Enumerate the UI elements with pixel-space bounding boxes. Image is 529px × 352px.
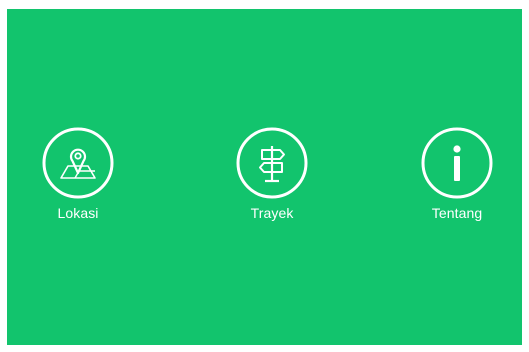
menu-item-label: Tentang xyxy=(431,205,483,221)
menu-item-label: Trayek xyxy=(250,205,294,221)
menu-item-label: Lokasi xyxy=(57,205,99,221)
menu-item-tentang[interactable]: Tentang xyxy=(397,126,517,222)
info-icon xyxy=(421,127,493,199)
menu-item-lokasi[interactable]: Lokasi xyxy=(18,126,138,222)
app-screen: Lokasi Trayek Tentang xyxy=(7,9,522,345)
signpost-icon xyxy=(236,127,308,199)
menu-item-trayek[interactable]: Trayek xyxy=(212,126,332,222)
map-pin-icon xyxy=(42,127,114,199)
